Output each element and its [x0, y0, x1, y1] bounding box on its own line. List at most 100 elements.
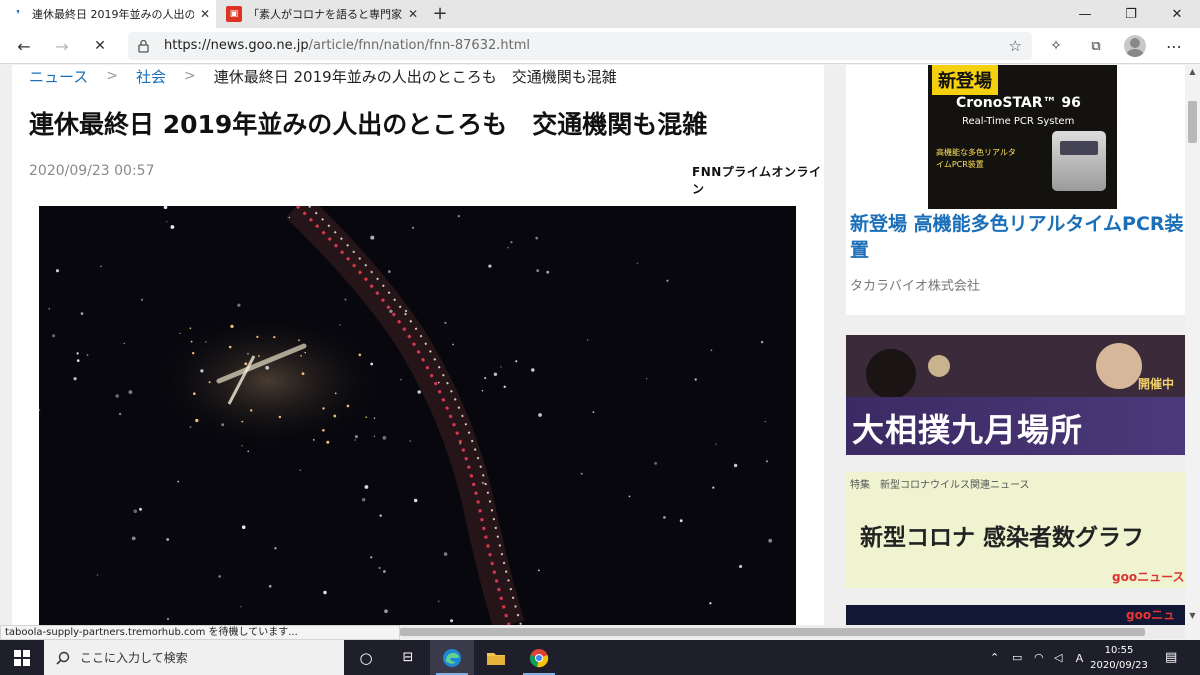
vertical-scrollbar[interactable]: ▲ ▼: [1185, 65, 1200, 625]
light-dot: [384, 609, 388, 613]
light-dot: [265, 365, 270, 370]
light-dot: [55, 269, 60, 273]
url-host: https://news.goo.ne.jp: [164, 38, 309, 53]
folder-icon: [487, 652, 505, 665]
article-column: ニュース > 社会 > 連休最終日 2019年並みの人出のところも 交通機関も混…: [12, 65, 824, 625]
light-dot: [240, 606, 242, 608]
light-dot: [370, 362, 374, 366]
minimize-button[interactable]: —: [1062, 0, 1108, 28]
address-bar[interactable]: https://news.goo.ne.jp/article/fnn/natio…: [128, 32, 1032, 60]
scroll-up-icon[interactable]: ▲: [1188, 67, 1197, 76]
clock-time: 10:55: [1104, 645, 1134, 656]
edge-taskbar-icon[interactable]: [430, 640, 474, 675]
light-dot: [322, 429, 325, 432]
source-logo[interactable]: FNNプライムオンライン: [692, 163, 824, 197]
lock-icon: [138, 39, 149, 53]
scroll-down-icon[interactable]: ▼: [1188, 611, 1197, 620]
breadcrumb-separator: >: [184, 68, 196, 84]
light-dot: [592, 411, 595, 414]
hscroll-thumb[interactable]: [400, 628, 1145, 636]
light-dot: [382, 436, 387, 440]
pcr-ad-image[interactable]: 新登場 CronoSTAR™ 96 Real-Time PCR System 高…: [928, 65, 1117, 209]
stop-loading-button[interactable]: ✕: [86, 32, 114, 60]
corona-banner[interactable]: 特集 新型コロナウイルス関連ニュース 新型コロナ 感染者数グラフ gooニュース: [846, 472, 1185, 588]
product-subtitle: Real-Time PCR System: [962, 116, 1075, 127]
light-dot: [654, 462, 657, 465]
file-explorer-icon[interactable]: [474, 640, 518, 675]
breadcrumb-society[interactable]: 社会: [136, 66, 166, 87]
close-tab-icon[interactable]: ✕: [402, 7, 424, 21]
light-dot: [48, 308, 50, 310]
light-dot: [218, 575, 221, 578]
light-dot: [288, 216, 290, 219]
light-dot: [488, 264, 492, 268]
collections-icon[interactable]: ⧉: [1082, 32, 1110, 60]
product-name: CronoSTAR™ 96: [956, 95, 1081, 111]
pcr-ad[interactable]: 新登場 CronoSTAR™ 96 Real-Time PCR System 高…: [846, 65, 1185, 315]
wifi-icon[interactable]: ◠: [1034, 640, 1044, 675]
light-dot: [733, 463, 738, 468]
close-tab-icon[interactable]: ✕: [194, 7, 216, 21]
light-dot: [764, 421, 766, 423]
profile-avatar[interactable]: [1124, 35, 1146, 57]
light-dot: [100, 265, 102, 268]
light-dot: [500, 366, 502, 368]
ime-icon[interactable]: Ａ: [1074, 640, 1085, 675]
light-dot: [404, 309, 408, 313]
light-dot: [237, 303, 241, 307]
light-dot: [414, 498, 418, 503]
back-button[interactable]: ←: [10, 32, 38, 60]
more-menu-icon[interactable]: ⋯: [1160, 32, 1188, 60]
light-dot: [370, 235, 375, 240]
light-dot: [301, 372, 305, 375]
chrome-taskbar-icon[interactable]: [517, 640, 561, 675]
forward-button[interactable]: →: [48, 32, 76, 60]
tray-chevron-icon[interactable]: ⌃: [990, 640, 999, 675]
night-traffic-photo: [39, 206, 796, 625]
favorites-icon[interactable]: ✧: [1042, 32, 1070, 60]
favorite-star-icon[interactable]: ☆: [1009, 37, 1022, 55]
windows-start-button[interactable]: [0, 640, 44, 675]
close-window-button[interactable]: ✕: [1154, 0, 1200, 28]
taskbar-search[interactable]: ここに入力して検索: [44, 640, 344, 675]
light-dot: [334, 392, 337, 395]
light-dot: [645, 378, 648, 380]
sumo-figure: [866, 349, 916, 399]
task-view-icon[interactable]: ⊟: [386, 640, 430, 675]
tab-title: 連休最終日 2019年並みの人出のところも: [32, 8, 194, 21]
light-dot: [535, 236, 538, 240]
light-dot: [241, 420, 244, 423]
light-dot: [515, 360, 518, 363]
light-dot: [457, 215, 460, 218]
pcr-ad-title[interactable]: 新登場 高機能多色リアルタイムPCR装置: [850, 211, 1185, 263]
light-dot: [128, 390, 133, 394]
light-dot: [131, 536, 136, 541]
tv-icon: ▣: [226, 6, 242, 22]
cortana-icon[interactable]: ○: [344, 640, 388, 675]
sumo-banner[interactable]: 開催中 大相撲九月場所: [846, 335, 1185, 455]
light-dot: [205, 341, 207, 343]
taskbar-clock[interactable]: 10:55 2020/09/23: [1090, 643, 1148, 673]
light-dot: [444, 321, 447, 324]
new-tab-button[interactable]: +: [428, 3, 452, 25]
scroll-thumb[interactable]: [1188, 101, 1197, 143]
light-dot: [412, 226, 414, 229]
light-dot: [409, 440, 412, 442]
restore-button[interactable]: ❐: [1108, 0, 1154, 28]
breadcrumb-news[interactable]: ニュース: [29, 66, 88, 87]
light-dot: [52, 334, 56, 338]
horizontal-scrollbar[interactable]: [400, 625, 1185, 639]
tab-inactive[interactable]: ▣ 「素人がコロナを語ると専門家が怒る ✕: [216, 0, 424, 28]
light-dot: [344, 298, 347, 301]
bottom-ad[interactable]: gooニュース: [846, 605, 1185, 625]
tab-active[interactable]: ❜ 連休最終日 2019年並みの人出のところも ✕: [0, 0, 216, 28]
corona-header: 特集 新型コロナウイルス関連ニュース: [850, 480, 1030, 491]
light-dot: [481, 481, 485, 485]
breadcrumb: ニュース > 社会 > 連休最終日 2019年並みの人出のところも 交通機関も混…: [29, 65, 617, 87]
battery-icon[interactable]: ▭: [1012, 640, 1022, 675]
light-dot: [710, 349, 713, 352]
notification-icon[interactable]: ▤: [1165, 640, 1177, 675]
light-dot: [189, 426, 192, 429]
volume-icon[interactable]: ◁: [1054, 640, 1062, 675]
light-dot: [86, 354, 89, 356]
